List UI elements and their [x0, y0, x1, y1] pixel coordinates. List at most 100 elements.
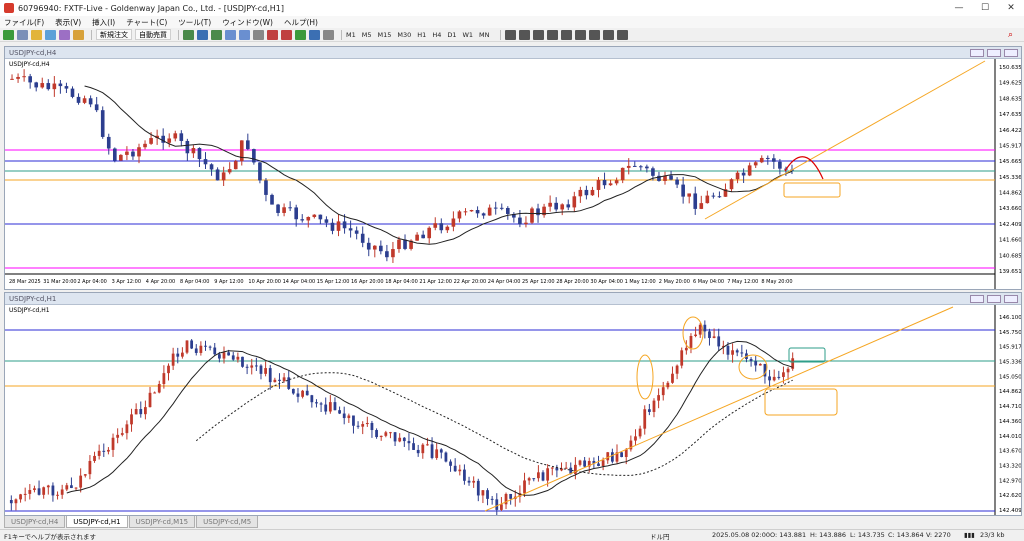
candle: [176, 353, 180, 357]
candle: [246, 140, 250, 150]
candle: [276, 204, 280, 213]
autoscroll-icon[interactable]: [267, 29, 278, 40]
candle: [231, 355, 235, 360]
timeframe-h4[interactable]: H4: [432, 31, 441, 39]
candle: [312, 214, 317, 218]
candle: [578, 189, 583, 197]
candle: [324, 219, 329, 223]
cursor-icon[interactable]: [504, 29, 516, 40]
candle: [107, 449, 110, 452]
target-box-orange: [783, 182, 841, 198]
candle: [699, 203, 704, 209]
candle: [291, 388, 295, 394]
tab-h1[interactable]: USDJPY-cd,H1: [66, 516, 128, 528]
date-axis-label: 21 Apr 12:00: [419, 279, 452, 285]
date-axis-label: 9 Apr 12:00: [214, 279, 243, 285]
new-chart-icon[interactable]: [3, 29, 14, 40]
chart-area-h1[interactable]: USDJPY-cd,H1 146.100 145.750 145.917 145.33…: [5, 305, 1021, 515]
terminal-icon[interactable]: [59, 29, 70, 40]
candle: [134, 409, 138, 415]
vertical-line-icon[interactable]: [532, 29, 544, 40]
candle: [705, 195, 710, 204]
candle: [74, 487, 78, 489]
timeframe-m30[interactable]: M30: [397, 31, 411, 39]
tab-m15[interactable]: USDJPY-cd,M15: [128, 516, 196, 528]
candle: [572, 196, 577, 208]
chart-area-h4[interactable]: USDJPY-cd,H4 150.635 149.625 148.635 147.63…: [5, 59, 1021, 289]
chart-close-button[interactable]: [1004, 294, 1018, 303]
tab-m5[interactable]: USDJPY-cd,M5: [196, 516, 259, 528]
price-axis-label: 145.665: [999, 159, 1021, 165]
zoom-in-icon[interactable]: [225, 29, 236, 40]
timeframe-w1[interactable]: W1: [462, 31, 473, 39]
channel-icon[interactable]: [574, 29, 586, 40]
status-close: C: 143.864: [888, 531, 924, 539]
candle: [130, 414, 133, 425]
candle: [532, 478, 536, 480]
navigator-icon[interactable]: [45, 29, 56, 40]
new-order-button[interactable]: 新規注文: [96, 29, 132, 40]
line-chart-icon[interactable]: [211, 29, 222, 40]
menu-file[interactable]: ファイル(F): [4, 17, 44, 28]
tab-h4[interactable]: USDJPY-cd,H4: [4, 516, 66, 528]
date-axis-label: 3 Apr 12:00: [112, 279, 141, 285]
chart-maximize-button[interactable]: [987, 48, 1001, 57]
periods-icon[interactable]: [309, 29, 320, 40]
candle: [740, 352, 744, 354]
timeframe-d1[interactable]: D1: [447, 31, 456, 39]
menu-insert[interactable]: 挿入(I): [92, 17, 115, 28]
indicators-icon[interactable]: [295, 29, 306, 40]
status-bar: F1キーでヘルプが表示されます ドル円 2025.05.08 02:00 O: …: [0, 529, 1024, 541]
chart-shift-icon[interactable]: [281, 29, 292, 40]
moving-average-long: [195, 372, 793, 476]
maximize-button[interactable]: ☐: [972, 3, 998, 13]
bar-chart-icon[interactable]: [183, 29, 194, 40]
chart-minimize-button[interactable]: [970, 294, 984, 303]
moving-average: [66, 340, 793, 496]
text-icon[interactable]: [602, 29, 614, 40]
candle: [430, 444, 434, 458]
zoom-out-icon[interactable]: [239, 29, 250, 40]
tile-icon[interactable]: [253, 29, 264, 40]
horizontal-line-icon[interactable]: [546, 29, 558, 40]
profiles-icon[interactable]: [17, 29, 28, 40]
candle: [476, 480, 480, 496]
price-chart-h1[interactable]: 146.100 145.750 145.917 145.336 145.050 144.8…: [5, 305, 1021, 515]
app-icon: [4, 3, 14, 13]
search-icon[interactable]: ⌕: [1008, 30, 1018, 40]
candle: [347, 415, 351, 419]
menu-chart[interactable]: チャート(C): [126, 17, 167, 28]
chart-minimize-button[interactable]: [970, 48, 984, 57]
price-chart-h4[interactable]: 150.635 149.625 148.635 147.635 146.422 145.9…: [5, 59, 1021, 289]
timeframe-mn[interactable]: MN: [479, 31, 489, 39]
crosshair-icon[interactable]: [518, 29, 530, 40]
menu-tools[interactable]: ツール(T): [178, 17, 211, 28]
candle: [194, 348, 198, 353]
menu-view[interactable]: 表示(V): [55, 17, 81, 28]
candle: [407, 441, 411, 444]
auto-trade-button[interactable]: 自動売買: [135, 29, 171, 40]
candle: [735, 350, 739, 353]
market-watch-icon[interactable]: [31, 29, 42, 40]
timeframe-m1[interactable]: M1: [346, 31, 356, 39]
candlestick-icon[interactable]: [197, 29, 208, 40]
timeframe-h1[interactable]: H1: [417, 31, 426, 39]
menu-window[interactable]: ウィンドウ(W): [222, 17, 273, 28]
chart-maximize-button[interactable]: [987, 294, 1001, 303]
date-axis-label: 10 Apr 20:00: [248, 279, 281, 285]
candle: [120, 433, 124, 435]
strategy-tester-icon[interactable]: [73, 29, 84, 40]
timeframe-m15[interactable]: M15: [378, 31, 392, 39]
candle: [70, 88, 75, 97]
close-button[interactable]: ✕: [998, 3, 1024, 13]
candle: [56, 494, 59, 496]
menu-help[interactable]: ヘルプ(H): [284, 17, 318, 28]
templates-icon[interactable]: [323, 29, 334, 40]
fibonacci-icon[interactable]: [588, 29, 600, 40]
trendline-icon[interactable]: [560, 29, 572, 40]
chart-close-button[interactable]: [1004, 48, 1018, 57]
arrows-icon[interactable]: [616, 29, 628, 40]
candle: [222, 352, 226, 359]
minimize-button[interactable]: —: [946, 3, 972, 13]
timeframe-m5[interactable]: M5: [362, 31, 372, 39]
